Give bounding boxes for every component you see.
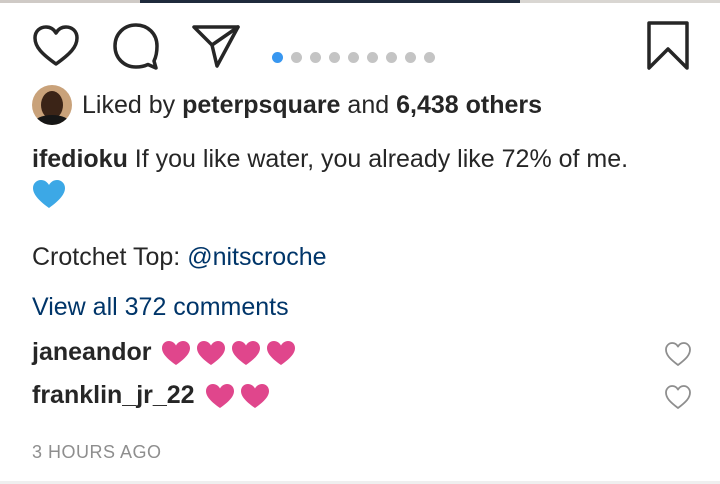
- save-button[interactable]: [642, 20, 694, 72]
- comment-bubble-icon: [113, 23, 159, 70]
- carousel-dot: [367, 52, 378, 63]
- pink-heart-emoji-icon: [232, 340, 261, 365]
- caption-credit-label: Crotchet Top:: [32, 243, 181, 271]
- likes-count-link[interactable]: 6,438 others: [396, 91, 542, 120]
- comment-hearts: [205, 383, 270, 409]
- comment-like-icon[interactable]: [664, 383, 692, 411]
- pink-heart-emoji-icon: [162, 340, 191, 365]
- comment-hearts: [161, 340, 296, 366]
- comment-username[interactable]: franklin_jr_22: [32, 381, 195, 410]
- bookmark-icon: [647, 21, 689, 70]
- heart-outline-icon: [33, 25, 79, 66]
- comment-button[interactable]: [110, 20, 162, 72]
- post-caption: ifedioku If you like water, you already …: [32, 141, 702, 275]
- likes-conjunction: and: [347, 90, 390, 119]
- carousel-dot: [291, 52, 302, 63]
- carousel-dot: [424, 52, 435, 63]
- caption-text: If you like water, you already like 72% …: [134, 145, 629, 173]
- carousel-dot: [386, 52, 397, 63]
- post-timestamp: 3 HOURS AGO: [32, 442, 162, 462]
- comment-row: janeandor: [32, 338, 692, 367]
- carousel-dot: [405, 52, 416, 63]
- paper-plane-icon: [192, 25, 240, 68]
- likes-summary: Liked by peterpsquare and 6,438 others: [32, 85, 542, 125]
- share-button[interactable]: [190, 20, 242, 72]
- comment-username[interactable]: janeandor: [32, 338, 151, 367]
- pink-heart-emoji-icon: [240, 383, 269, 408]
- carousel-dot: [272, 52, 283, 63]
- previous-post-edge: [0, 0, 720, 3]
- caption-username[interactable]: ifedioku: [32, 145, 128, 173]
- pink-heart-emoji-icon: [205, 383, 234, 408]
- blue-heart-emoji-icon: [33, 180, 65, 208]
- post-action-bar: [0, 20, 720, 72]
- comment-row: franklin_jr_22: [32, 381, 692, 410]
- likes-prefix: Liked by: [82, 90, 176, 119]
- view-all-comments-link[interactable]: View all 372 comments: [32, 293, 289, 322]
- carousel-dot: [348, 52, 359, 63]
- liker-username[interactable]: peterpsquare: [182, 91, 340, 120]
- caption-mention-link[interactable]: @nitscroche: [187, 243, 326, 271]
- carousel-indicator: [272, 52, 435, 63]
- like-button[interactable]: [30, 20, 82, 72]
- comment-like-icon[interactable]: [664, 340, 692, 368]
- carousel-dot: [310, 52, 321, 63]
- pink-heart-emoji-icon: [197, 340, 226, 365]
- carousel-dot: [329, 52, 340, 63]
- avatar[interactable]: [32, 85, 72, 125]
- pink-heart-emoji-icon: [267, 340, 296, 365]
